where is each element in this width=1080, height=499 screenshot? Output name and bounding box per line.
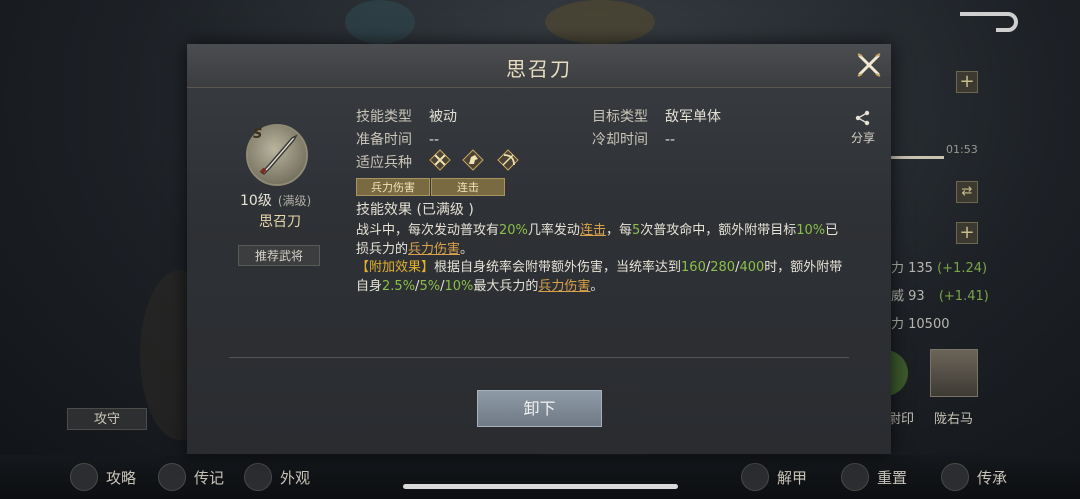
troop-type-row: 适应兵种	[356, 155, 412, 171]
share-label: 分享	[850, 131, 875, 145]
horse-item-label: 陇右马	[934, 412, 974, 427]
tag-troop-damage: 兵力伤害	[356, 178, 430, 196]
reset-icon	[841, 463, 869, 491]
cavalry-icon	[462, 149, 484, 171]
home-indicator[interactable]	[403, 484, 678, 489]
troop-damage-link-1[interactable]: 兵力伤害	[408, 242, 460, 257]
skill-grade-badge: S	[253, 127, 263, 142]
appearance-button[interactable]: 外观	[244, 463, 310, 491]
dialog-title: 思召刀	[506, 57, 572, 81]
horse-item-icon[interactable]	[930, 349, 978, 397]
combo-link[interactable]: 连击	[580, 223, 606, 238]
share-icon	[855, 110, 870, 126]
add-attribute-button-1[interactable]: +	[956, 71, 978, 93]
progress-bar	[890, 156, 944, 159]
bg-right-panel	[880, 0, 1080, 455]
bg-armor	[545, 0, 655, 44]
inherit-button[interactable]: 传承	[941, 463, 1007, 491]
scroll-icon	[158, 463, 186, 491]
reset-button[interactable]: 重置	[841, 463, 907, 491]
recommend-general-button[interactable]: 推荐武将	[238, 245, 320, 266]
skill-level: 10级 (满级)	[240, 193, 312, 209]
cooldown-row: 冷却时间 --	[592, 132, 676, 148]
horse-rider-icon	[741, 463, 769, 491]
stat-line-2: 威 93 (+1.41)	[891, 289, 989, 304]
archer-icon	[497, 149, 519, 171]
bg-helmet	[345, 0, 415, 44]
mode-tab[interactable]: 攻守	[67, 408, 147, 430]
troop-damage-link-2[interactable]: 兵力伤害	[538, 279, 590, 294]
tag-combo: 连击	[431, 178, 505, 196]
target-type-row: 目标类型 敌军单体	[592, 109, 721, 125]
stat-line-1: 力 135 (+1.24)	[891, 261, 988, 276]
seal-item-label: 尉印	[888, 412, 915, 427]
swap-button[interactable]: ⇄	[956, 181, 978, 203]
close-icon[interactable]	[855, 51, 883, 79]
stat-line-3: 力 10500	[891, 317, 950, 332]
skill-description: 战斗中，每次发动普攻有20%几率发动连击，每5次普攻命中，额外附带目标10%已损…	[356, 223, 843, 294]
unload-button[interactable]: 卸下	[477, 390, 602, 427]
back-arrow-icon[interactable]	[956, 10, 1022, 34]
inherit-icon	[941, 463, 969, 491]
skill-type-row: 技能类型 被动	[356, 109, 457, 125]
disarm-button[interactable]: 解甲	[741, 463, 807, 491]
book-icon	[70, 463, 98, 491]
prep-time-row: 准备时间 --	[356, 132, 440, 148]
dialog-header: 思召刀	[187, 44, 891, 88]
effect-title: 技能效果 (已满级 )	[356, 202, 474, 218]
progress-time: 01:53	[946, 143, 978, 156]
share-button[interactable]: 分享	[848, 110, 878, 146]
add-attribute-button-2[interactable]: +	[956, 222, 978, 244]
dialog-divider	[229, 357, 849, 358]
infantry-icon	[429, 149, 451, 171]
strategy-button[interactable]: 攻略	[70, 463, 136, 491]
skill-name: 思召刀	[259, 214, 301, 230]
portrait-icon	[244, 463, 272, 491]
biography-button[interactable]: 传记	[158, 463, 224, 491]
